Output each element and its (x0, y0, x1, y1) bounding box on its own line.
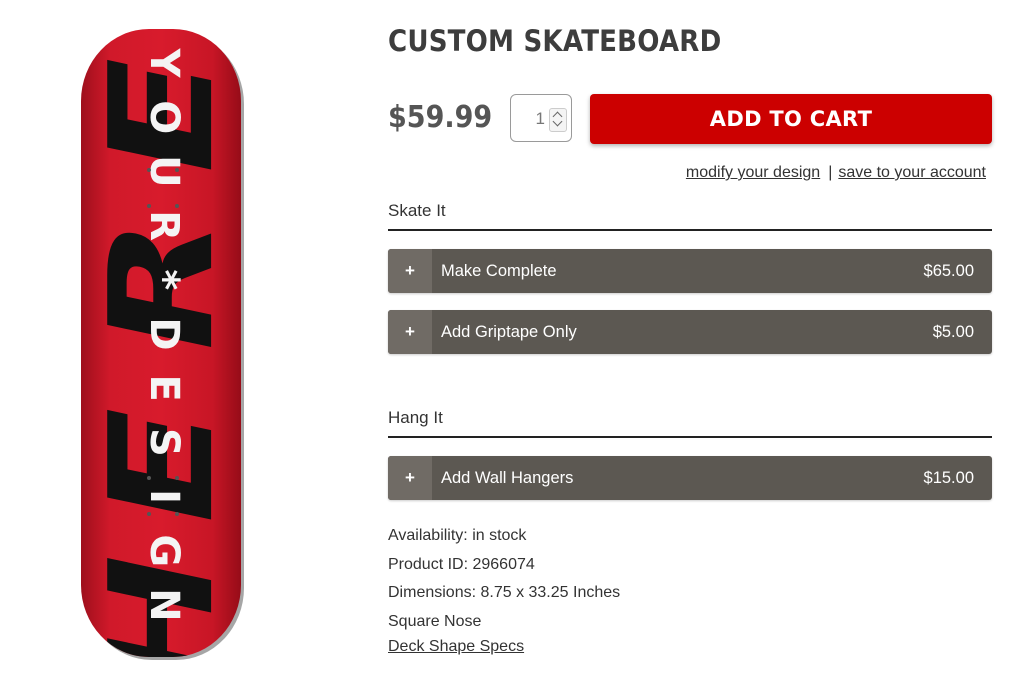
dimensions-text: Dimensions: 8.75 x 33.25 Inches (388, 584, 621, 601)
option-price: $65.00 (923, 262, 974, 280)
plus-icon[interactable]: + (388, 310, 432, 354)
section-heading-hang-it: Hang It (388, 408, 992, 438)
option-price: $15.00 (923, 469, 974, 487)
option-price: $5.00 (932, 323, 974, 341)
deck-vertical-letter: E (141, 375, 187, 402)
product-title: CUSTOM SKATEBOARD (388, 24, 722, 58)
deck-vertical-letter: O (141, 100, 187, 134)
option-add-wall-hangers[interactable]: + Add Wall Hangers $15.00 (388, 456, 992, 500)
deck-vertical-letter: I (141, 489, 187, 504)
link-separator: | (828, 164, 833, 181)
plus-icon[interactable]: + (388, 456, 432, 500)
add-to-cart-button[interactable]: ADD TO CART (590, 94, 992, 144)
deck-vertical-letter: R (141, 210, 187, 241)
quantity-value[interactable]: 1 (536, 109, 545, 129)
product-specs: Availability: in stock Product ID: 29660… (388, 527, 620, 656)
product-id-text: Product ID: 2966074 (388, 555, 535, 573)
quantity-spinner[interactable] (549, 108, 567, 132)
chevron-down-icon[interactable] (552, 116, 563, 127)
section-heading-skate-it: Skate It (388, 201, 992, 231)
option-make-complete[interactable]: + Make Complete $65.00 (388, 249, 992, 293)
option-label: Add Griptape Only (441, 323, 577, 341)
plus-icon[interactable]: + (388, 249, 432, 293)
save-to-account-link[interactable]: save to your account (838, 164, 986, 181)
design-links: modify your design | save to your account (686, 164, 986, 182)
deck-preview-image: HERE Y O U R * D E S I G N (78, 26, 248, 666)
nose-shape-text: Square Nose (388, 612, 482, 630)
product-price: $59.99 (388, 100, 493, 135)
deck-vertical-letter: * (141, 269, 187, 290)
deck-vertical-letter: Y (141, 48, 187, 79)
deck-vertical-letter: S (141, 428, 187, 457)
deck-vertical-letter: D (141, 317, 187, 350)
deck-vertical-letter: N (141, 588, 187, 621)
deck-vertical-letter: G (141, 534, 187, 567)
option-label: Add Wall Hangers (441, 469, 574, 487)
deck-shape-specs-link[interactable]: Deck Shape Specs (388, 638, 524, 655)
option-label: Make Complete (441, 262, 557, 280)
modify-design-link[interactable]: modify your design (686, 164, 820, 181)
quantity-stepper[interactable]: 1 (510, 94, 572, 142)
availability-text: Availability: in stock (388, 527, 527, 544)
option-add-griptape[interactable]: + Add Griptape Only $5.00 (388, 310, 992, 354)
